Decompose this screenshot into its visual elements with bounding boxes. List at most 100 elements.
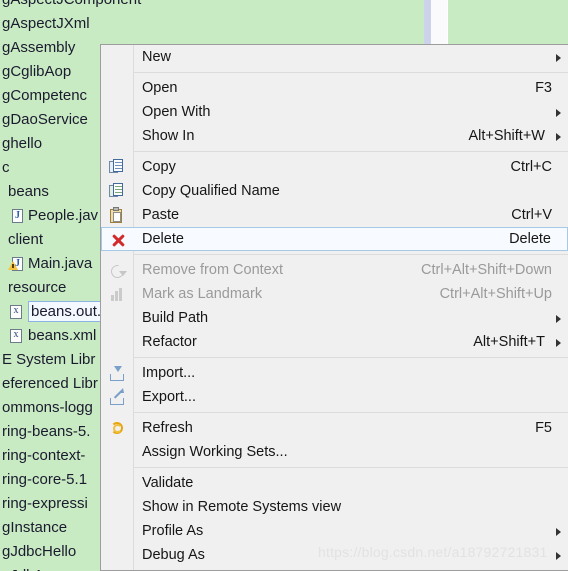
tree-item-label: gJdbcHello [2,543,77,560]
menu-item-shortcut: Alt+Shift+W [468,128,545,144]
menu-item-label: Open [142,80,178,96]
editor-area-background [447,0,568,44]
menu-item[interactable]: Build Path [101,306,568,330]
tree-item-label: ring-core-5.1 [2,471,88,488]
menu-separator [134,357,568,358]
menu-item[interactable]: Delete Delete [101,227,568,251]
tree-item-label: E System Libr [2,351,96,368]
submenu-arrow-icon [556,133,561,141]
submenu-arrow-icon [556,339,561,347]
tree-item[interactable]: gAspectJXml [0,12,424,36]
menu-item[interactable]: Open F3 [101,76,568,100]
tree-vertical-scrollbar[interactable] [424,0,448,44]
tree-item-label: Main.java [28,255,93,272]
menu-item-shortcut: Alt+Shift+T [473,334,545,350]
remove-from-context-icon [108,262,127,281]
tree-item-label: gCglibAop [2,63,72,80]
menu-item[interactable]: Show In Alt+Shift+W [101,124,568,148]
menu-separator [134,72,568,73]
menu-item-label: Delete [142,231,184,247]
warning-triangle-icon [8,261,18,270]
editor-area-divider [447,0,448,44]
menu-item-label: Show in Remote Systems view [142,499,342,515]
tree-item-label: ring-context- [2,447,86,464]
menu-separator [134,467,568,468]
menu-separator [134,151,568,152]
menu-item-label: Open With [142,104,211,120]
submenu-arrow-icon [556,552,561,560]
menu-item-shortcut: Delete [509,231,551,247]
export-icon [109,388,126,406]
menu-item-label: Debug As [142,547,205,563]
copy-qualified-name-icon [109,183,126,200]
menu-item[interactable]: Refresh F5 [101,416,568,440]
submenu-arrow-icon [556,109,561,117]
tree-item-label: beans [8,183,49,200]
menu-item-label: Profile As [142,523,204,539]
xml-file-icon [8,324,25,348]
tree-item-label: ring-beans-5. [2,423,91,440]
menu-item-label: Show In [142,128,195,144]
menu-item[interactable]: Copy Qualified Name [101,179,568,203]
menu-item-label: Refresh [142,420,193,436]
context-menu[interactable]: New Open F3 Open With Show In Alt+Shift+W Copy… [100,44,568,571]
tree-item-label: gJdkAop [2,564,60,571]
xml-file-icon [8,300,25,324]
paste-icon [109,207,126,224]
menu-item[interactable]: Import... [101,361,568,385]
java-file-warning-icon [8,252,25,276]
menu-item-shortcut: Ctrl+Alt+Shift+Up [439,286,552,302]
menu-item-shortcut: Ctrl+Alt+Shift+Down [421,262,552,278]
watermark-text: https://blog.csdn.net/a18792721831 [318,544,548,560]
menu-item-label: Refactor [142,334,197,350]
menu-item[interactable]: New [101,45,568,69]
menu-item-label: Run As [142,567,189,570]
copy-icon [109,159,126,176]
tree-item-label: c [2,159,10,176]
tree-item-label: gAssembly [2,39,76,56]
menu-item[interactable]: Refactor Alt+Shift+T [101,330,568,354]
menu-item[interactable]: Show in Remote Systems view [101,495,568,519]
submenu-arrow-icon [556,54,561,62]
import-icon [109,365,126,382]
menu-item[interactable]: Profile As [101,519,568,543]
menu-item-label: New [142,49,172,65]
menu-item-shortcut: Ctrl+C [510,159,553,175]
tree-item-label: gAspectJComponent [2,0,141,12]
menu-item[interactable]: Validate [101,471,568,495]
tree-item-label: gAspectJXml [2,15,90,32]
menu-item[interactable]: Copy Ctrl+C [101,155,568,179]
menu-item-label: Copy Qualified Name [142,183,280,199]
menu-item-shortcut: F3 [535,80,552,96]
menu-item: Remove from Context Ctrl+Alt+Shift+Down [101,258,568,282]
submenu-arrow-icon [556,528,561,536]
tree-item-label: People.jav [28,207,99,224]
java-file-icon [8,204,25,228]
tree-item-label: ring-expressi [2,495,88,512]
mark-as-landmark-icon [109,286,126,303]
delete-icon [110,232,127,249]
tree-scrollbar-thumb[interactable] [425,0,431,44]
tree-item[interactable]: gAspectJComponent [0,0,424,12]
tree-item-label: eferenced Libr [2,375,98,392]
menu-item-shortcut: Ctrl+V [511,207,552,223]
tree-item-label: client [8,231,44,248]
menu-item[interactable]: Run As [101,567,568,570]
menu-item-label: Copy [142,159,176,175]
menu-item-label: Import... [142,365,196,381]
menu-item-label: Remove from Context [142,262,284,278]
tree-item-label: beans.out. [28,301,105,322]
tree-item-label: resource [8,279,67,296]
tree-item-label: gCompetenc [2,87,88,104]
menu-item-label: Assign Working Sets... [142,444,288,460]
menu-item-label: Validate [142,475,194,491]
menu-item[interactable]: Paste Ctrl+V [101,203,568,227]
tree-item-label: ghello [2,135,43,152]
menu-item[interactable]: Open With [101,100,568,124]
menu-item[interactable]: Export... [101,385,568,409]
tree-item-label: gInstance [2,519,68,536]
tree-item-label: gDaoService [2,111,88,128]
menu-item-shortcut: F5 [535,420,552,436]
menu-item-label: Mark as Landmark [142,286,263,302]
menu-item[interactable]: Assign Working Sets... [101,440,568,464]
